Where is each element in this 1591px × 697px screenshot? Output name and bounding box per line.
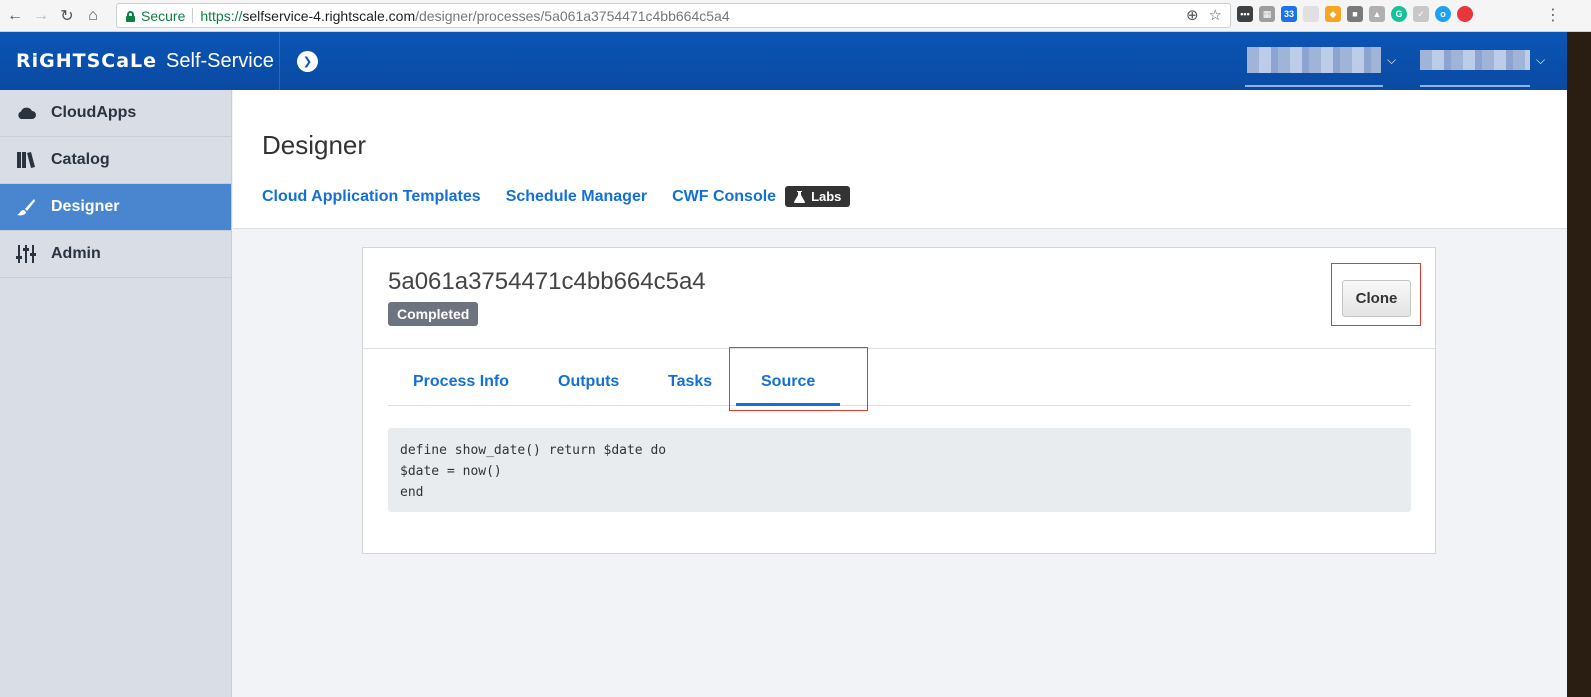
extension-icon[interactable] [1303,6,1319,22]
flask-icon [794,190,806,203]
brush-icon [16,197,36,217]
address-bar[interactable]: Secure https://selfservice-4.rightscale.… [116,3,1231,28]
zoom-icon[interactable]: ⊕ [1186,6,1199,24]
designer-sub-nav: Cloud Application Templates Schedule Man… [262,186,851,207]
extension-icon[interactable]: ••• [1237,6,1253,22]
back-icon[interactable]: ← [4,5,26,27]
forward-icon[interactable]: → [30,5,52,27]
url-scheme: https:// [200,7,243,24]
labs-badge: Labs [785,186,851,207]
clone-highlight-box [1331,263,1421,326]
url-path: /designer/processes/5a061a3754471c4bb664… [415,7,730,24]
schedule-manager-link[interactable]: Schedule Manager [506,188,647,206]
sidebar-item-admin[interactable]: Admin [0,231,231,278]
sidebar-item-catalog[interactable]: Catalog [0,137,231,184]
background-edge [1567,32,1591,697]
account-selector[interactable]: ⌵ [1247,46,1397,74]
redacted-account-name [1247,47,1381,73]
lock-icon [126,10,135,22]
secure-label: Secure [141,7,186,24]
app-switcher-chevron-icon[interactable]: ❯ [297,51,318,72]
source-tab-highlight-box [729,347,868,411]
chevron-down-icon: ⌵ [1387,52,1397,67]
process-tabs: Process Info Outputs Tasks Source [388,349,1411,406]
product-name: Self-Service [166,49,274,72]
tab-tasks[interactable]: Tasks [668,373,712,391]
status-badge: Completed [388,302,479,326]
tab-outputs[interactable]: Outputs [558,373,619,391]
shield-extension-icon[interactable]: ✓ [1413,6,1429,22]
cwf-console-link[interactable]: CWF Console [672,188,776,206]
cloud-application-templates-link[interactable]: Cloud Application Templates [262,188,481,206]
extension-icon[interactable]: o [1435,6,1451,22]
sidebar-item-label: Catalog [51,151,110,168]
piggy-extension-icon[interactable] [1457,6,1473,22]
browser-toolbar: ← → ↻ ⌂ Secure https://selfservice-4.rig… [0,0,1591,32]
drive-extension-icon[interactable]: ▲ [1369,6,1385,22]
sidebar-item-label: Admin [51,245,101,262]
app-header: RiGHTSCaLe Self-Service ❯ ⌵ ⌵ [0,32,1567,90]
sliders-icon [16,244,36,264]
page-header: Designer Cloud Application Templates Sch… [233,90,1567,229]
redacted-user-name [1420,50,1530,70]
bookmark-star-icon[interactable]: ☆ [1209,6,1222,24]
process-card-header: 5a061a3754471c4bb664c5a4 Completed Clone [363,248,1435,349]
browser-menu-icon[interactable]: ⋮ [1545,5,1561,27]
process-card: 5a061a3754471c4bb664c5a4 Completed Clone… [362,247,1436,554]
page-title: Designer [262,130,367,160]
grammarly-icon[interactable]: G [1391,6,1407,22]
url-host: selfservice-4.rightscale.com [242,7,416,24]
sidebar-item-label: CloudApps [51,104,137,121]
extension-icon[interactable]: ◆ [1325,6,1341,22]
catalog-icon [16,150,36,170]
user-menu[interactable]: ⌵ [1420,46,1555,74]
extension-icon[interactable]: ▦ [1259,6,1275,22]
source-code-block: define show_date() return $date do $date… [388,428,1411,512]
sidebar-item-cloudapps[interactable]: CloudApps [0,90,231,137]
labs-label: Labs [811,189,842,204]
cloud-icon [16,103,36,123]
rightscale-logo[interactable]: RiGHTSCaLe [16,50,157,72]
sidebar: CloudApps Catalog Designer Admin [0,90,232,697]
reload-icon[interactable]: ↻ [56,5,78,27]
sidebar-item-label: Designer [51,198,120,215]
home-icon[interactable]: ⌂ [82,5,104,27]
extension-icon[interactable]: ■ [1347,6,1363,22]
calendar-extension-icon[interactable]: 33 [1281,6,1297,22]
tab-process-info[interactable]: Process Info [413,373,509,391]
chevron-down-icon: ⌵ [1536,52,1546,67]
sidebar-item-designer[interactable]: Designer [0,184,231,231]
process-id: 5a061a3754471c4bb664c5a4 [388,268,706,295]
